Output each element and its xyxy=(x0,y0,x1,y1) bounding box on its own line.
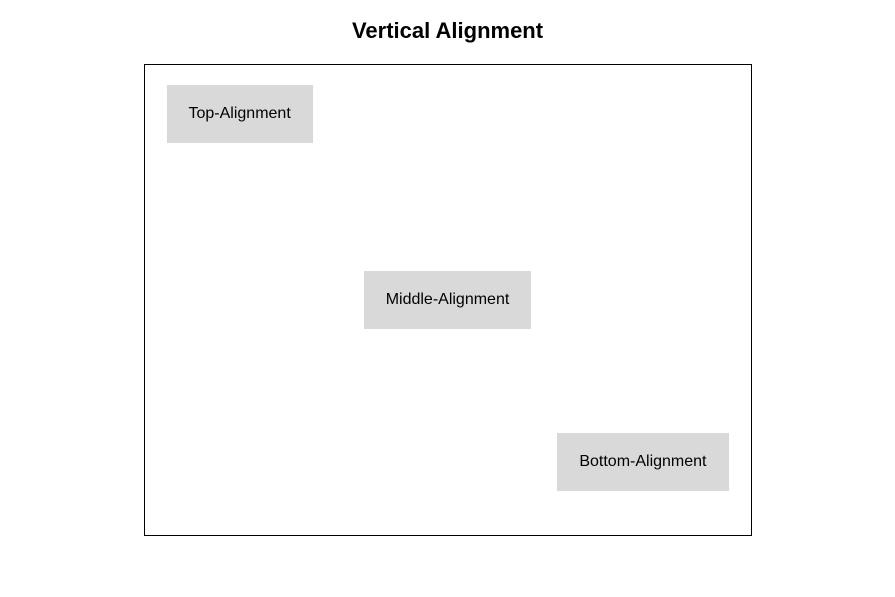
top-alignment-box: Top-Alignment xyxy=(167,85,313,143)
column-top: Top-Alignment xyxy=(145,65,351,535)
bottom-alignment-box: Bottom-Alignment xyxy=(557,433,728,491)
middle-alignment-box: Middle-Alignment xyxy=(364,271,532,329)
alignment-container: Top-Alignment Middle-Alignment Bottom-Al… xyxy=(144,64,752,536)
column-bottom: Bottom-Alignment xyxy=(545,65,751,535)
column-middle: Middle-Alignment xyxy=(351,65,545,535)
diagram-title: Vertical Alignment xyxy=(352,18,543,44)
